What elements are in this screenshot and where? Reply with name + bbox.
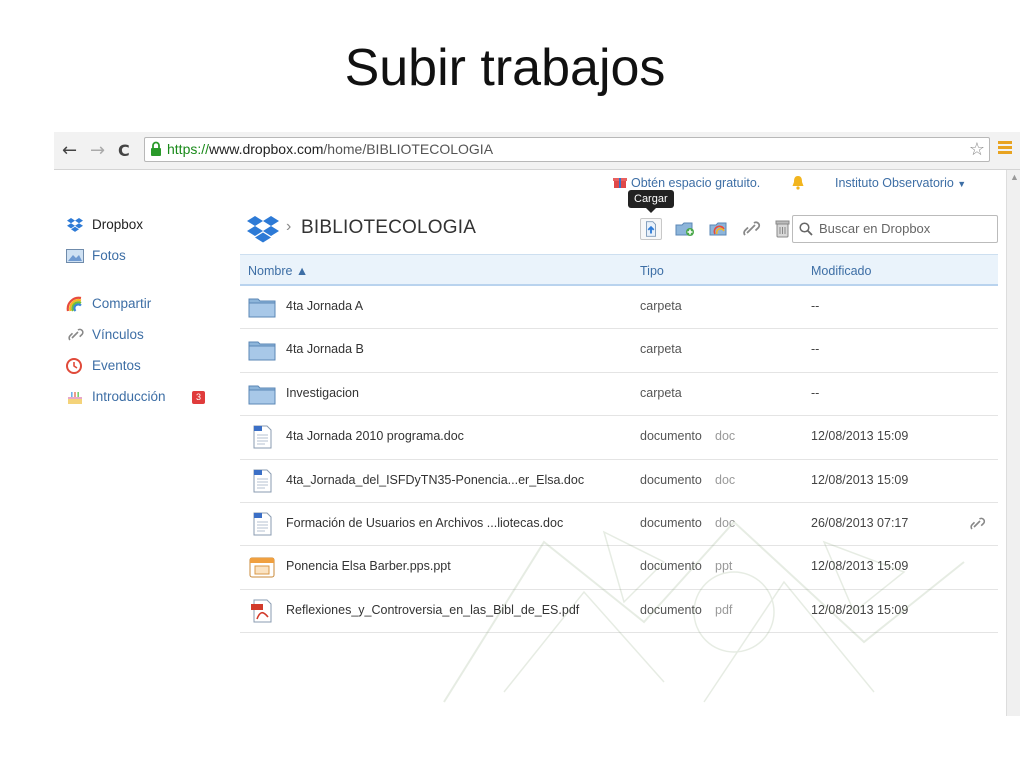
folder-title: BIBLIOTECOLOGIA [301, 217, 477, 238]
column-header-name[interactable]: Nombre ▲ [248, 264, 308, 278]
trash-icon [775, 220, 790, 238]
user-menu[interactable]: Instituto Observatorio ▼ [835, 176, 966, 190]
file-type: documento [640, 472, 702, 487]
table-header: Nombre ▲ Tipo Modificado [240, 254, 998, 286]
url-path: /home/BIBLIOTECOLOGIA [323, 141, 494, 157]
folder-icon [248, 385, 276, 405]
file-modified: 12/08/2013 15:09 [811, 472, 909, 487]
table-row[interactable]: Investigacion carpeta -- [240, 373, 998, 417]
search-box[interactable] [792, 215, 998, 243]
sidebar-item-label: Fotos [92, 248, 126, 263]
scrollbar[interactable]: ▲ [1006, 170, 1020, 716]
file-name[interactable]: 4ta Jornada 2010 programa.doc [286, 429, 464, 443]
sidebar-item-label: Eventos [92, 358, 141, 373]
sidebar-item-label: Vínculos [92, 327, 144, 342]
deleted-files-button[interactable] [772, 218, 794, 240]
file-extension: doc [715, 429, 736, 444]
upload-button[interactable] [640, 218, 662, 240]
new-folder-icon [675, 222, 694, 236]
table-row[interactable]: 4ta_Jornada_del_ISFDyTN35-Ponencia...er_… [240, 460, 998, 503]
shared-folder-icon [709, 222, 727, 236]
file-modified: -- [811, 385, 820, 400]
file-type: carpeta [640, 385, 682, 400]
reload-button[interactable]: C [118, 141, 130, 160]
new-folder-button[interactable] [674, 218, 696, 240]
search-input[interactable] [819, 221, 989, 236]
file-extension: doc [715, 472, 736, 487]
word-doc-icon [253, 512, 272, 536]
clock-icon [66, 358, 82, 374]
breadcrumb-chevron-icon: › [286, 218, 292, 235]
upload-tooltip: Cargar [628, 190, 674, 213]
dropbox-icon [67, 218, 83, 232]
back-button[interactable]: ← [62, 140, 77, 161]
sidebar-item-label: Introducción [92, 389, 166, 404]
url-scheme: https:// [167, 141, 210, 157]
word-doc-icon [253, 469, 272, 493]
browser-toolbar: ← → C https://www.dropbox.com/home/BIBLI… [54, 132, 1020, 170]
search-icon [799, 222, 813, 236]
sidebar-item-label: Compartir [92, 296, 152, 311]
slide-title: Subir trabajos [344, 39, 666, 97]
gift-icon [613, 178, 627, 188]
file-type: carpeta [640, 342, 682, 357]
photos-icon [66, 249, 84, 263]
dropbox-logo-icon[interactable] [246, 214, 280, 244]
folder-header: › BIBLIOTECOLOGIA [246, 214, 1006, 248]
folder-icon [248, 298, 276, 318]
link-icon [68, 328, 84, 341]
file-type: documento [640, 429, 702, 444]
user-name: Instituto Observatorio [835, 176, 954, 190]
file-type: carpeta [640, 299, 682, 313]
forward-button[interactable]: → [90, 140, 105, 161]
browser-menu-icon[interactable] [998, 141, 1012, 155]
free-space-link[interactable]: Obtén espacio gratuito. [631, 176, 760, 190]
table-row[interactable]: 4ta Jornada A carpeta -- [240, 286, 998, 330]
scroll-up-icon[interactable]: ▲ [1010, 172, 1019, 182]
background-illustration [443, 520, 965, 703]
file-modified: -- [811, 299, 820, 313]
table-row[interactable]: 4ta Jornada B carpeta -- [240, 329, 998, 373]
chevron-down-icon: ▼ [957, 179, 967, 189]
link-icon [743, 221, 761, 236]
rainbow-icon [66, 296, 82, 312]
browser-window: ← → C https://www.dropbox.com/home/BIBLI… [54, 132, 1020, 716]
url-host: www.dropbox.com [209, 141, 324, 157]
ppt-icon [249, 557, 275, 578]
file-name[interactable]: Investigacion [286, 386, 359, 400]
slide: Subir trabajos ← → C https://www.dropbox… [0, 0, 1024, 768]
bookmark-star-icon[interactable]: ☆ [969, 139, 985, 160]
upload-icon [646, 221, 656, 237]
address-bar[interactable]: https://www.dropbox.com/home/BIBLIOTECOL… [144, 137, 990, 162]
shared-folder-button[interactable] [708, 218, 730, 240]
column-header-type[interactable]: Tipo [640, 264, 664, 278]
file-name[interactable]: 4ta Jornada B [286, 342, 364, 356]
url-text: https://www.dropbox.com/home/BIBLIOTECOL… [167, 141, 493, 157]
file-modified: -- [811, 342, 820, 357]
column-header-modified[interactable]: Modificado [811, 264, 871, 278]
lock-icon [151, 141, 161, 156]
pdf-icon [251, 599, 272, 623]
folder-icon [248, 341, 276, 361]
cake-icon [68, 392, 82, 404]
file-modified: 12/08/2013 15:09 [811, 429, 909, 444]
file-name[interactable]: 4ta Jornada A [286, 299, 363, 313]
get-link-button[interactable] [740, 218, 762, 240]
sidebar-item-label: Dropbox [92, 217, 144, 232]
word-doc-icon [253, 425, 272, 449]
file-name[interactable]: 4ta_Jornada_del_ISFDyTN35-Ponencia...er_… [286, 473, 584, 487]
table-row[interactable]: 4ta Jornada 2010 programa.doc documento … [240, 416, 998, 460]
notification-badge: 3 [192, 391, 205, 404]
bell-icon[interactable] [791, 175, 805, 190]
